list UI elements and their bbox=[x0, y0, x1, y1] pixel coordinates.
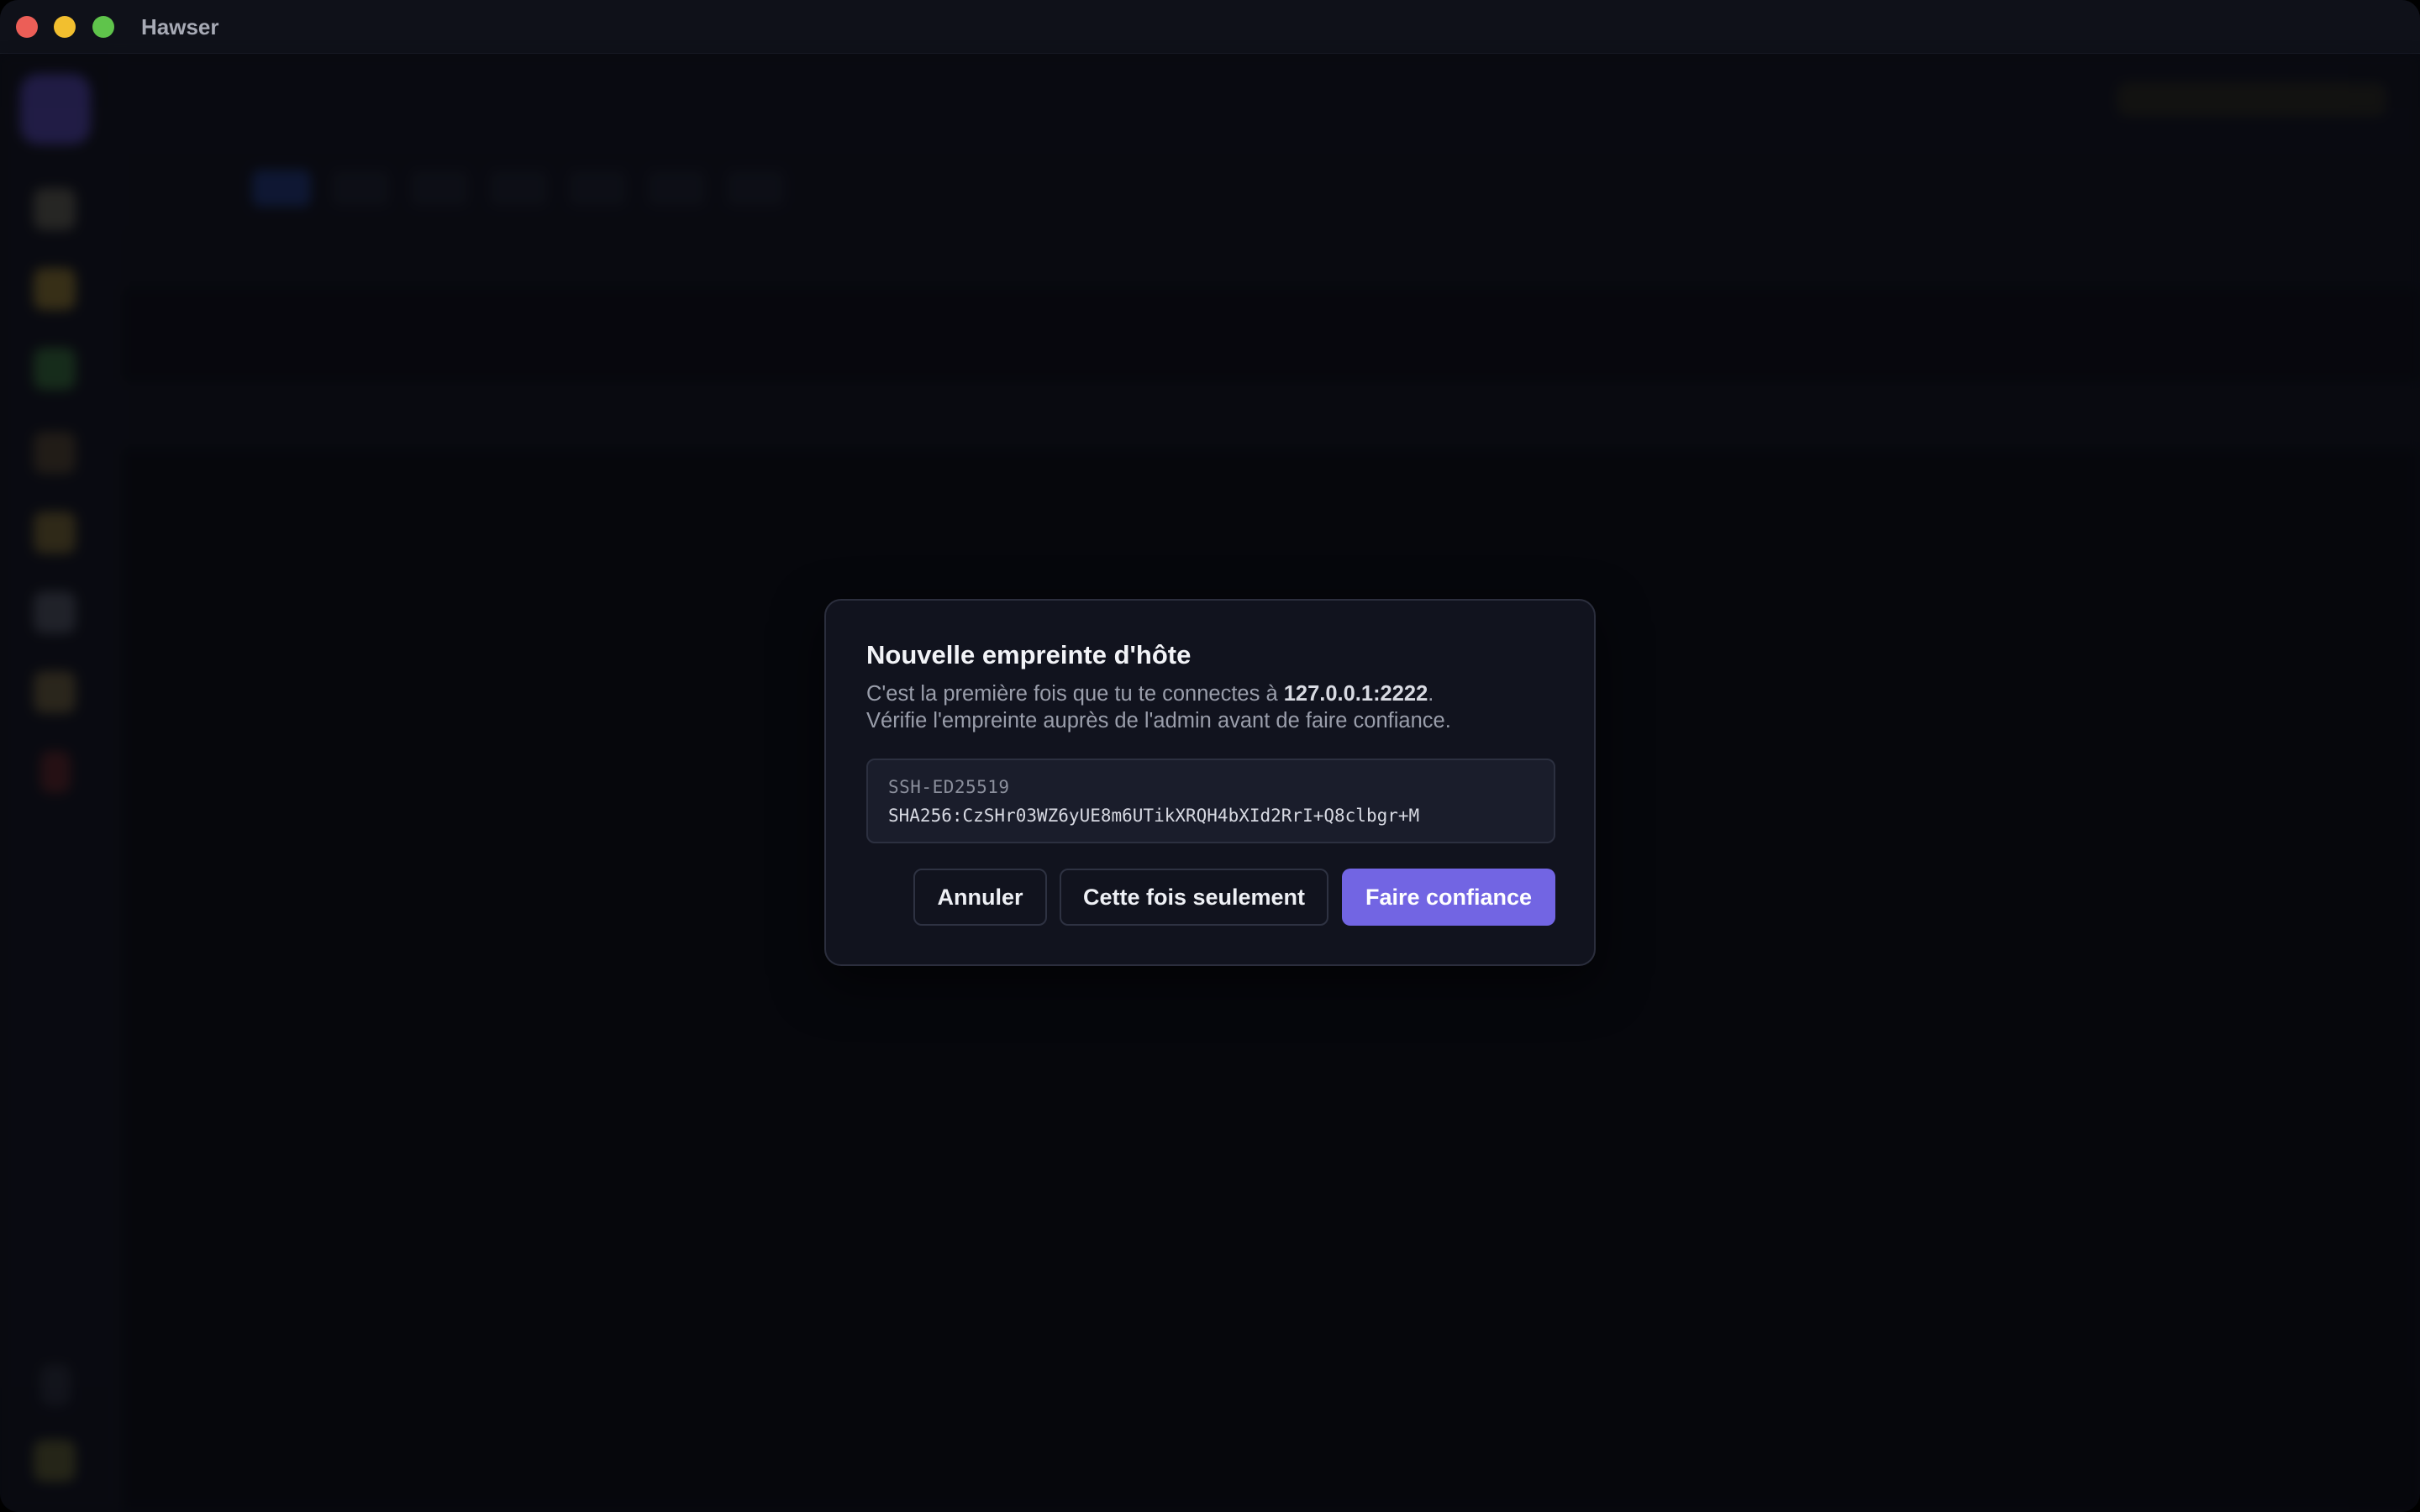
app-title: Hawser bbox=[141, 14, 219, 39]
dialog-title: Nouvelle empreinte d'hôte bbox=[866, 640, 1192, 669]
fingerprint-box: SSH-ED25519 SHA256:CzSHr03WZ6yUE8m6UTikX… bbox=[866, 759, 1555, 843]
zoom-window-button[interactable] bbox=[92, 16, 114, 38]
close-window-button[interactable] bbox=[16, 16, 38, 38]
host-key-dialog: Nouvelle empreinte d'hôte C'est la premi… bbox=[824, 599, 1596, 966]
fingerprint-hash: SHA256:CzSHr03WZ6yUE8m6UTikXRQH4bXId2RrI… bbox=[888, 806, 1420, 826]
minimize-window-button[interactable] bbox=[54, 16, 76, 38]
trust-once-button[interactable]: Cette fois seulement bbox=[1060, 869, 1328, 926]
host-address: 127.0.0.1:2222 bbox=[1283, 682, 1428, 706]
app-window: Hawser Nouvelle empreinte d'hôte C'est l… bbox=[0, 0, 2420, 1512]
description-text: C'est la première fois que tu te connect… bbox=[866, 682, 1284, 706]
trust-button[interactable]: Faire confiance bbox=[1342, 869, 1555, 926]
description-text: Vérifie l'empreinte auprès de l'admin av… bbox=[866, 709, 1451, 732]
title-bar: Hawser bbox=[0, 0, 2420, 54]
cancel-button[interactable]: Annuler bbox=[913, 869, 1047, 926]
key-algorithm: SSH-ED25519 bbox=[888, 777, 1010, 797]
dialog-description: C'est la première fois que tu te connect… bbox=[866, 680, 1564, 734]
description-text: . bbox=[1428, 682, 1434, 706]
